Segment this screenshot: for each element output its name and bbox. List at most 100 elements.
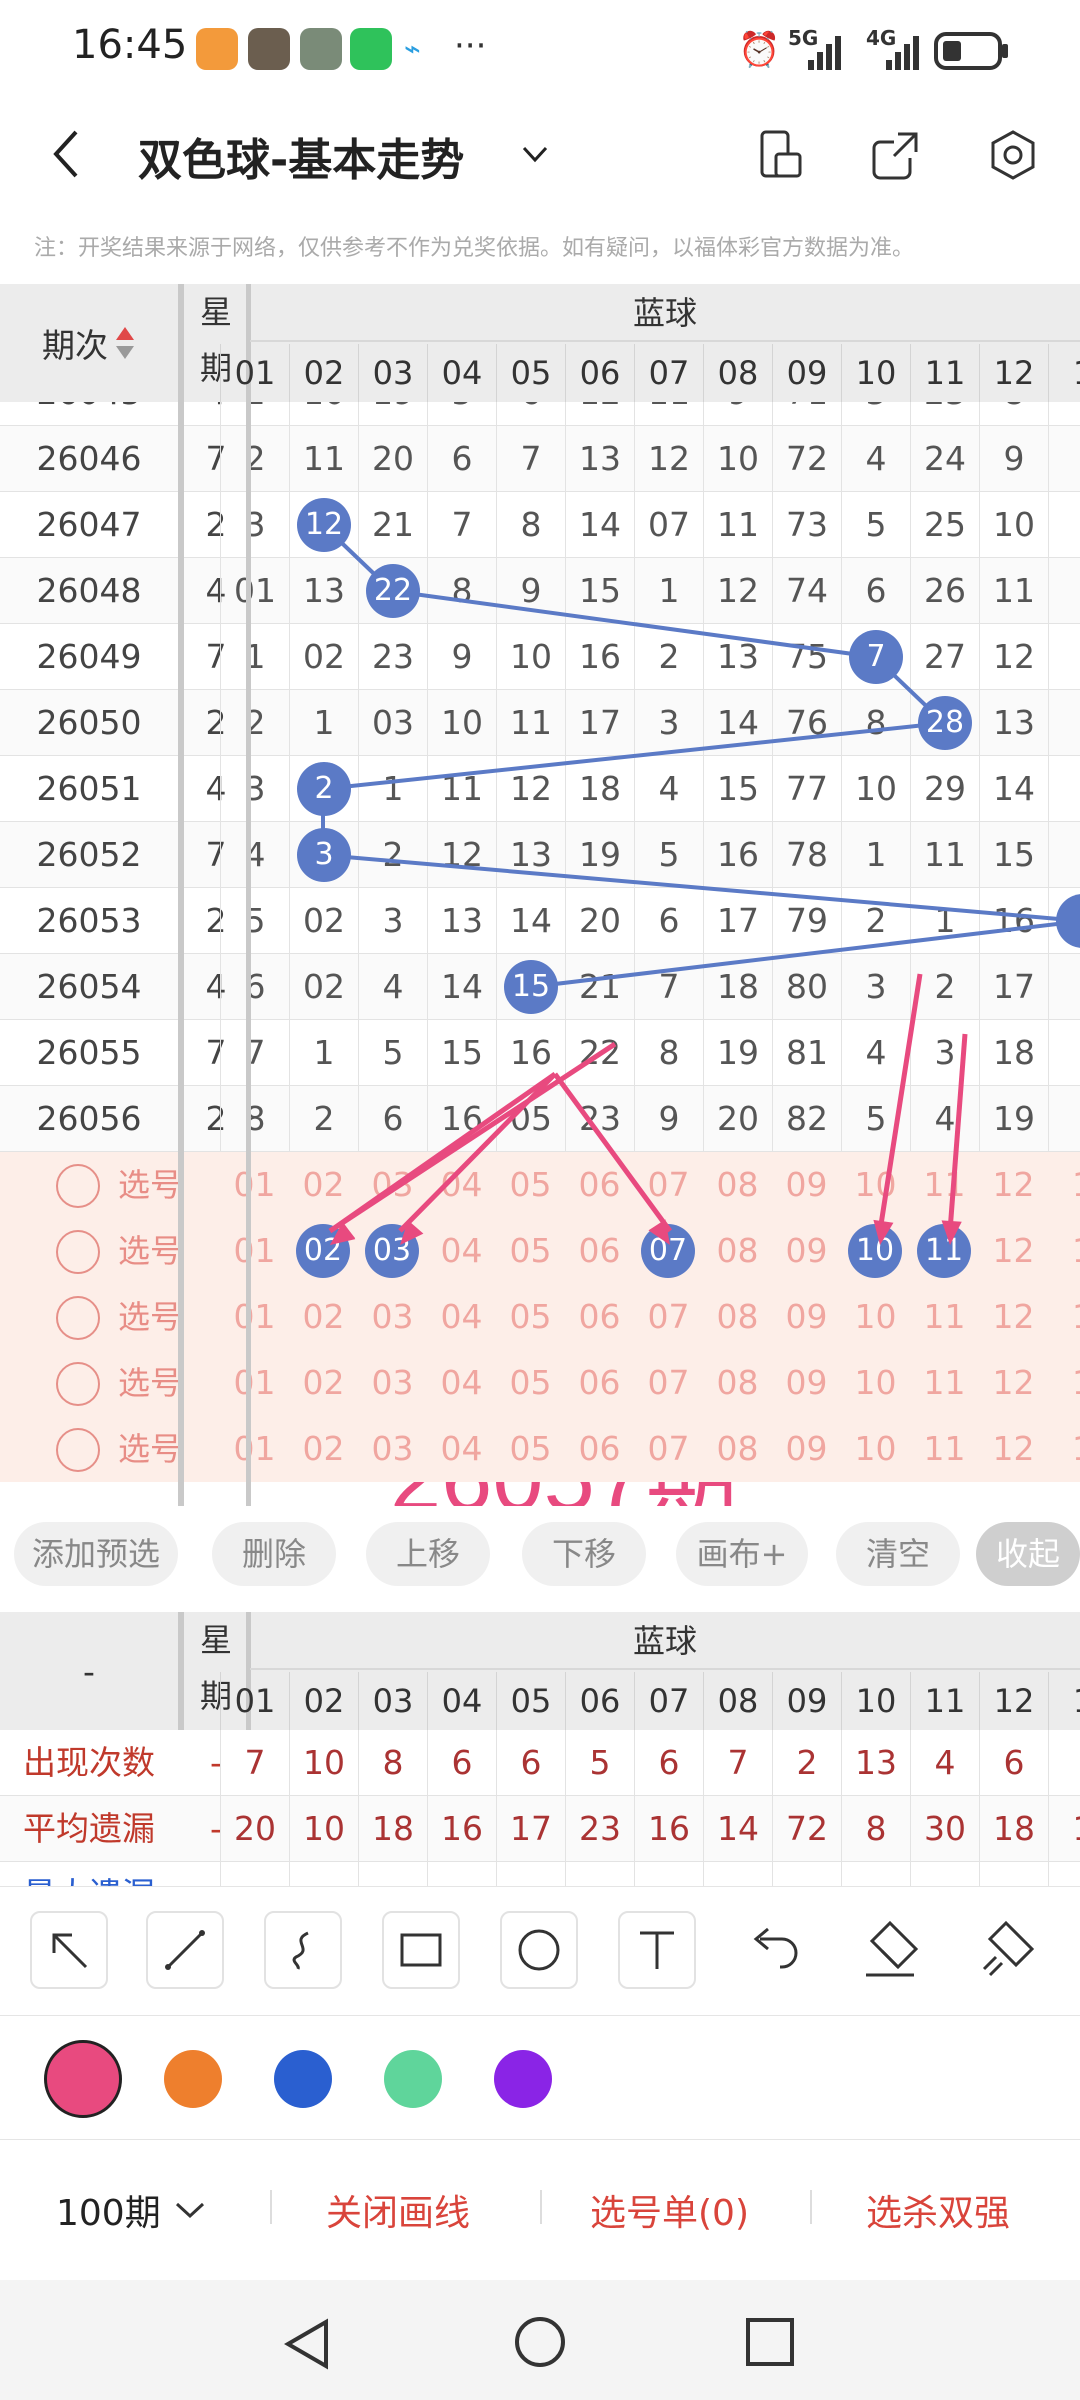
stats-row: 出现次数 -7 10 8 6 6 5 6 7 2 13 4 6 xyxy=(0,1730,1080,1796)
rectangle-tool[interactable] xyxy=(382,1911,460,1989)
title-bar: 双色球-基本走势 xyxy=(0,100,1080,210)
winning-ball: 3 xyxy=(297,828,351,882)
annotation-arrow xyxy=(877,973,923,1232)
circle-tool[interactable] xyxy=(500,1911,578,1989)
nav-back-icon[interactable] xyxy=(282,2316,332,2372)
column-header: 11 xyxy=(910,344,979,402)
add-preselect-button[interactable]: 添加预选 xyxy=(14,1522,178,1586)
blue-ball-header: 蓝球 xyxy=(250,284,1080,342)
stats-cell: 13 xyxy=(841,1730,910,1796)
nav-home-icon[interactable] xyxy=(512,2314,568,2370)
stats-cell xyxy=(634,1862,703,1886)
column-header: 05 xyxy=(496,344,565,402)
move-up-button[interactable]: 上移 xyxy=(366,1522,490,1586)
annotation-arrow xyxy=(328,1071,557,1234)
alarm-icon: ⏰ xyxy=(738,30,781,70)
column-header: 1 xyxy=(1048,344,1080,402)
stats-cell: 72 xyxy=(772,1796,841,1862)
settings-icon[interactable] xyxy=(986,128,1040,182)
undo-tool[interactable] xyxy=(740,1917,806,1987)
stats-cell xyxy=(427,1862,496,1886)
clear-brush-icon xyxy=(982,1920,1035,1977)
column-header: 09 xyxy=(772,1672,841,1730)
color-swatch[interactable] xyxy=(274,2050,332,2108)
close-lines-button[interactable]: 关闭画线 xyxy=(326,2184,470,2236)
stats-cell xyxy=(772,1862,841,1886)
stats-cell xyxy=(841,1862,910,1886)
app-notification-icon xyxy=(248,28,290,70)
canvas-add-button[interactable]: 画布+ xyxy=(676,1522,808,1586)
stats-label: 平均遗漏 xyxy=(23,1809,155,1848)
column-divider xyxy=(178,284,184,1506)
chevron-down-icon xyxy=(175,2202,204,2219)
stats-label: 最大遗漏 xyxy=(0,1862,178,1886)
line-tool[interactable] xyxy=(146,1911,224,1989)
share-icon[interactable] xyxy=(868,128,922,182)
stats-label: 出现次数 xyxy=(23,1743,155,1782)
text-tool[interactable] xyxy=(618,1911,696,1989)
stats-cell: 7 xyxy=(220,1730,289,1796)
collapse-button[interactable]: 收起 xyxy=(976,1522,1080,1586)
divider xyxy=(540,2190,542,2224)
stats-cell xyxy=(1048,1730,1080,1796)
color-swatch[interactable] xyxy=(44,2040,122,2118)
app-notification-icon xyxy=(196,28,238,70)
column-divider xyxy=(246,284,251,1506)
arrow-tool[interactable] xyxy=(30,1911,108,1989)
stats-cell xyxy=(565,1862,634,1886)
selection-list-button[interactable]: 选号单(0) xyxy=(590,2184,749,2236)
system-nav-bar xyxy=(0,2280,1080,2400)
curve-icon xyxy=(292,1931,309,1970)
stats-cell xyxy=(910,1862,979,1886)
period-selector[interactable]: 100期 xyxy=(56,2184,207,2236)
move-down-button[interactable]: 下移 xyxy=(522,1522,646,1586)
divider xyxy=(810,2190,812,2224)
curve-tool[interactable] xyxy=(264,1911,342,1989)
drawing-toolbar xyxy=(0,1886,1080,2016)
stats-cell: 20 xyxy=(220,1796,289,1862)
nav-recents-icon[interactable] xyxy=(744,2316,796,2368)
trend-line xyxy=(322,853,1080,923)
stats-cell: 17 xyxy=(496,1796,565,1862)
stats-cell: 18 xyxy=(358,1796,427,1862)
stats-cell: 5 xyxy=(565,1730,634,1796)
page-title[interactable]: 双色球-基本走势 xyxy=(138,124,464,188)
stats-row: 最大遗漏 xyxy=(0,1862,1080,1886)
trend-line-overlay xyxy=(321,523,1080,1245)
chevron-down-icon[interactable] xyxy=(520,142,550,166)
winning-ball: 2 xyxy=(297,762,351,816)
text-icon xyxy=(640,1931,674,1969)
clear-button[interactable]: 清空 xyxy=(836,1522,960,1586)
wechat-icon xyxy=(350,28,392,70)
stats-cell xyxy=(496,1862,565,1886)
back-icon[interactable] xyxy=(50,126,84,182)
eraser-tool[interactable] xyxy=(858,1917,924,1987)
undo-icon xyxy=(753,1927,798,1969)
app-notification-icon xyxy=(300,28,342,70)
stats-cell: 10 xyxy=(289,1796,358,1862)
period-label: 100期 xyxy=(56,2193,161,2234)
stats-cell: 4 xyxy=(910,1730,979,1796)
stats-header: - 星期 蓝球 0102030405060708091011121 xyxy=(0,1612,1080,1886)
column-header: 07 xyxy=(634,1672,703,1730)
issue-header[interactable]: 期次 xyxy=(0,284,178,402)
trend-line xyxy=(322,721,945,791)
column-header: 08 xyxy=(703,1672,772,1730)
signal-bars-icon xyxy=(886,36,919,70)
column-header: 11 xyxy=(910,1672,979,1730)
stats-header-left: - xyxy=(83,1651,95,1691)
column-header: 10 xyxy=(841,1672,910,1730)
stats-cell: 10 xyxy=(289,1730,358,1796)
circle-icon xyxy=(518,1929,560,1971)
kill-double-button[interactable]: 选杀双强 xyxy=(866,2184,1010,2236)
stats-cell xyxy=(220,1862,289,1886)
clear-brush-tool[interactable] xyxy=(976,1917,1042,1987)
color-swatch[interactable] xyxy=(494,2050,552,2108)
winning-ball: 15 xyxy=(504,960,558,1014)
arrow-head xyxy=(873,1219,894,1245)
color-swatch[interactable] xyxy=(164,2050,222,2108)
network-icon: ⌁ xyxy=(404,32,421,65)
phone-landscape-icon[interactable] xyxy=(756,128,806,182)
delete-button[interactable]: 删除 xyxy=(212,1522,336,1586)
color-swatch[interactable] xyxy=(384,2050,442,2108)
